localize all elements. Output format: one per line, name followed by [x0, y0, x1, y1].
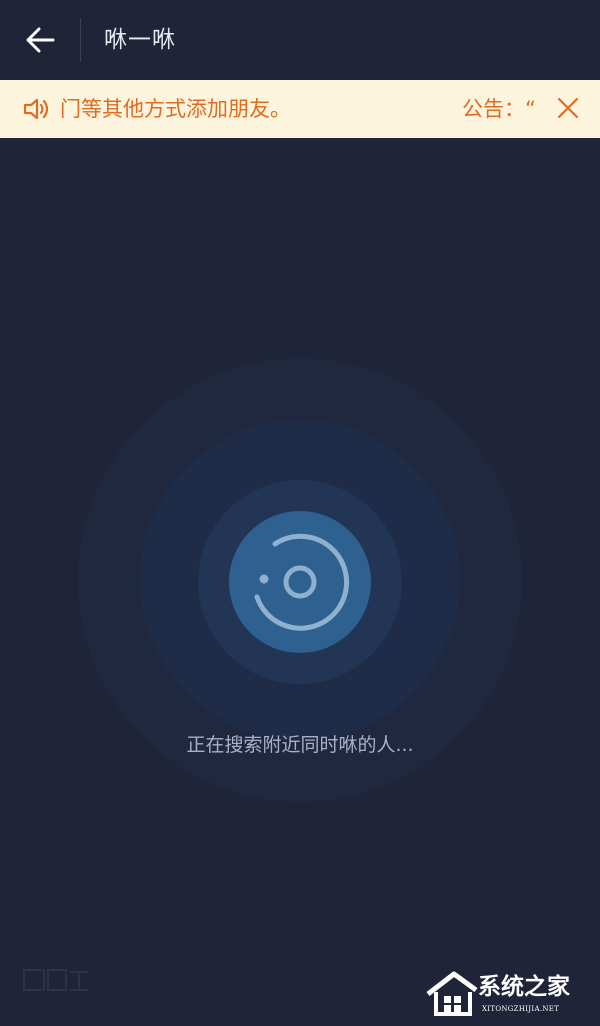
radar-area: 正在搜索附近同时咻的人... [0, 0, 600, 1026]
header-divider [80, 18, 81, 62]
page-title: 咻一咻 [104, 27, 176, 53]
arrow-left-icon [26, 27, 55, 53]
watermark-site-name: 系统之家 [478, 974, 570, 1000]
notice-label: 公告：“ [462, 97, 536, 121]
back-button[interactable] [18, 20, 62, 60]
top-bar: 咻一咻 [0, 0, 600, 80]
notice-bar: 门等其他方式添加朋友。 公告：“ [0, 80, 600, 138]
xiu-button[interactable] [229, 511, 371, 653]
watermark-site-logo: 系统之家 XITONGZHIJIA.NET [426, 970, 596, 1022]
search-status-text: 正在搜索附近同时咻的人... [186, 734, 414, 756]
watermark-site-domain: XITONGZHIJIA.NET [482, 1005, 560, 1013]
watermark-logo-left [23, 969, 88, 991]
close-icon[interactable] [554, 94, 582, 122]
notice-message: 门等其他方式添加朋友。 [60, 97, 291, 121]
speaker-icon [23, 98, 49, 120]
house-logo-icon [426, 971, 478, 1016]
radar-target-icon [254, 533, 350, 631]
